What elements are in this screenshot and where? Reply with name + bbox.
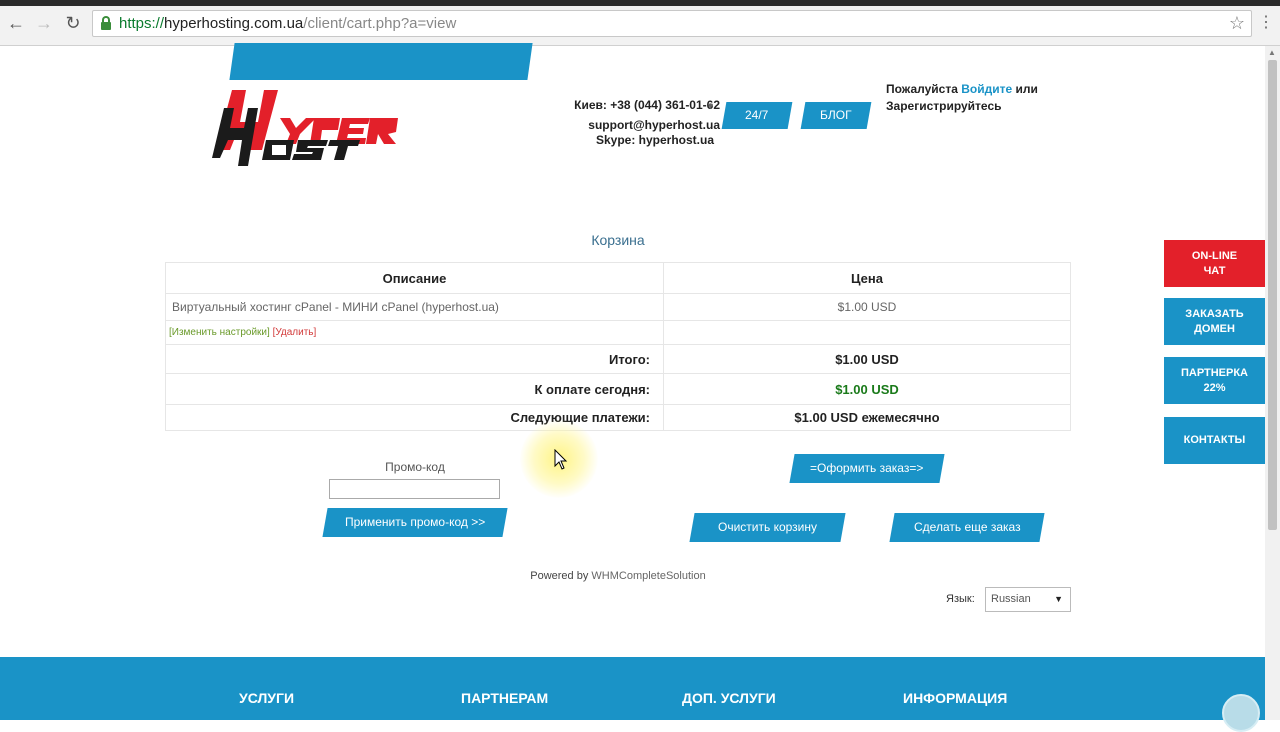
continue-shopping-label: Сделать еще заказ	[913, 520, 1021, 534]
recurring-value: $1.00 USD ежемесячно	[663, 404, 1071, 431]
due-today-value: $1.00 USD	[663, 373, 1071, 405]
contact-dropdown-icon[interactable]: ▼	[706, 101, 715, 111]
side-tab-order-domain[interactable]: ЗАКАЗАТЬ ДОМЕН	[1164, 298, 1265, 345]
item-price: $1.00 USD	[663, 293, 1071, 321]
browser-menu-icon[interactable]: ⋮	[1258, 12, 1274, 32]
header-stripe	[229, 43, 533, 80]
domain-label-2: ДОМЕН	[1194, 322, 1235, 335]
footer-extra-services[interactable]: ДОП. УСЛУГИ	[682, 690, 776, 706]
footer-partners[interactable]: ПАРТНЕРАМ	[461, 690, 548, 706]
subtotal-value: $1.00 USD	[663, 344, 1071, 374]
continue-shopping-button[interactable]: Сделать еще заказ	[889, 513, 1045, 542]
login-or: или	[1015, 82, 1038, 96]
register-link[interactable]: Зарегистрируйтесь	[886, 99, 1002, 113]
hyperhost-logo[interactable]	[210, 88, 405, 170]
browser-toolbar: ← → ↻ https://hyperhosting.com.ua/client…	[0, 0, 1280, 46]
cart-header-row: Описание Цена	[165, 262, 1071, 294]
chat-label-1: ON-LINE	[1191, 249, 1238, 262]
checkout-button[interactable]: =Оформить заказ=>	[789, 454, 945, 483]
apply-promo-button[interactable]: Применить промо-код >>	[322, 508, 508, 537]
footer-info[interactable]: ИНФОРМАЦИЯ	[903, 690, 1007, 706]
side-tab-partners[interactable]: ПАРТНЕРКА 22%	[1164, 357, 1265, 404]
cart-table: Описание Цена Виртуальный хостинг cPanel…	[165, 262, 1071, 431]
blog-button[interactable]: БЛОГ	[800, 102, 872, 129]
lock-icon	[101, 16, 111, 30]
page-scrollbar[interactable]: ▲	[1265, 46, 1280, 720]
url-scheme: https://	[119, 15, 165, 32]
reload-icon[interactable]: ↻	[63, 13, 83, 33]
contacts-label: КОНТАКТЫ	[1183, 434, 1246, 446]
change-settings-link[interactable]: [Изменить настройки]	[169, 327, 270, 338]
address-bar[interactable]: https://hyperhosting.com.ua/client/cart.…	[92, 10, 1252, 37]
item-actions: [Изменить настройки] [Удалить]	[165, 320, 664, 345]
delete-item-link[interactable]: [Удалить]	[273, 327, 317, 338]
side-tab-online-chat[interactable]: ON-LINE ЧАТ	[1164, 240, 1265, 287]
checkout-label: =Оформить заказ=>	[810, 461, 924, 475]
login-link[interactable]: Войдите	[961, 82, 1012, 96]
promo-code-label: Промо-код	[385, 460, 445, 474]
back-arrow-icon[interactable]: ←	[6, 13, 26, 33]
cart-title: Корзина	[591, 232, 645, 248]
contact-info: Киев: +38 (044) 361-01-62 support@hyperh…	[490, 98, 720, 148]
apply-promo-label: Применить промо-код >>	[344, 515, 486, 529]
mouse-cursor-icon	[554, 448, 568, 471]
scrollbar-thumb[interactable]	[1268, 60, 1277, 530]
subtotal-label: Итого:	[165, 344, 664, 374]
promo-code-input[interactable]	[329, 479, 500, 499]
forward-arrow-icon[interactable]: →	[34, 13, 54, 33]
powered-prefix: Powered by	[530, 570, 589, 582]
url-host: hyperhosting.com.ua	[164, 15, 304, 32]
bookmark-star-icon[interactable]: ☆	[1229, 13, 1245, 34]
item-actions-row: [Изменить настройки] [Удалить]	[165, 320, 1071, 345]
item-actions-empty	[663, 320, 1071, 345]
domain-label-1: ЗАКАЗАТЬ	[1185, 307, 1244, 320]
side-tab-contacts[interactable]: КОНТАКТЫ	[1164, 417, 1265, 464]
support-247-button[interactable]: 24/7	[721, 102, 793, 129]
chat-widget-icon[interactable]	[1222, 694, 1260, 732]
footer-services[interactable]: УСЛУГИ	[239, 690, 294, 706]
powered-by: Powered by WHMCompleteSolution	[470, 570, 766, 582]
column-price: Цена	[663, 262, 1071, 294]
blog-label: БЛОГ	[820, 108, 852, 122]
recurring-row: Следующие платежи: $1.00 USD ежемесячно	[165, 404, 1071, 431]
url-path: /client/cart.php?a=view	[303, 15, 457, 32]
contact-phone[interactable]: Киев: +38 (044) 361-01-62	[490, 98, 720, 113]
language-selected: Russian	[991, 593, 1031, 605]
tab-strip	[0, 0, 1280, 6]
contact-skype: Skype: hyperhost.ua	[595, 133, 714, 147]
partner-label-1: ПАРТНЕРКА	[1180, 366, 1249, 379]
clear-cart-label: Очистить корзину	[718, 520, 817, 534]
chevron-down-icon: ▼	[1054, 594, 1063, 604]
item-name: Виртуальный хостинг cPanel - МИНИ cPanel…	[165, 293, 664, 321]
language-select[interactable]: Russian ▼	[985, 587, 1071, 612]
chat-label-2: ЧАТ	[1203, 264, 1226, 277]
partner-label-2: 22%	[1203, 381, 1226, 394]
due-today-label: К оплате сегодня:	[165, 373, 664, 405]
login-prefix: Пожалуйста	[886, 82, 958, 96]
scroll-up-icon[interactable]: ▲	[1268, 48, 1276, 57]
recurring-label: Следующие платежи:	[165, 404, 664, 431]
login-prompt: Пожалуйста Войдите или Зарегистрируйтесь	[886, 81, 1066, 115]
due-today-row: К оплате сегодня: $1.00 USD	[165, 373, 1071, 405]
support-247-label: 24/7	[745, 108, 769, 122]
contact-email[interactable]: support@hyperhost.ua	[490, 118, 720, 133]
column-description: Описание	[165, 262, 664, 294]
cart-item-row: Виртуальный хостинг cPanel - МИНИ cPanel…	[165, 293, 1071, 321]
whmcs-link[interactable]: WHMCompleteSolution	[591, 570, 705, 582]
site-footer	[0, 657, 1265, 720]
url-text: https://hyperhosting.com.ua/client/cart.…	[119, 15, 456, 32]
subtotal-row: Итого: $1.00 USD	[165, 344, 1071, 374]
language-label: Язык:	[946, 593, 975, 605]
clear-cart-button[interactable]: Очистить корзину	[689, 513, 846, 542]
